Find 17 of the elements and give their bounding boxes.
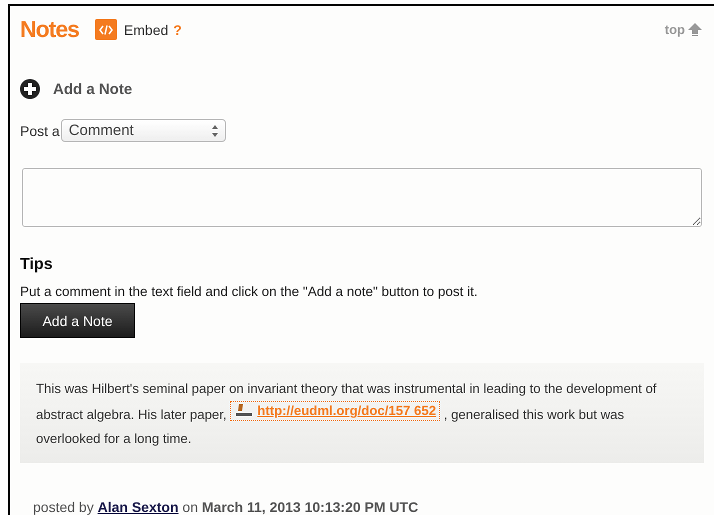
section-title: Notes [20, 16, 79, 43]
note-input-field[interactable] [22, 168, 702, 228]
embed-link[interactable]: Embed [124, 22, 168, 38]
spinner-arrows-icon [210, 124, 219, 138]
plus-icon [20, 79, 40, 99]
post-type-select[interactable]: Comment [60, 119, 226, 142]
note-meta: posted by Alan Sexton on March 11, 2013 10:13:20 PM UTC [33, 499, 420, 515]
site-logo-icon [234, 403, 254, 419]
tips-heading: Tips [20, 256, 54, 274]
note-text: This was Hilbert's seminal paper on invariant theory that was instrumental in leading to the development of abstract algebra. His later paper, http://eudml.org/doc/157 652 , generalised this work but was overlooked for a long time. [36, 380, 658, 448]
post-type-label: Post a [20, 122, 60, 138]
author-link[interactable]: Alan Sexton [98, 499, 179, 515]
add-note-link[interactable]: Add a Note [20, 79, 132, 99]
tips-text: Put a comment in the text field and click on the "Add a note" button to post it. [20, 284, 479, 300]
code-icon[interactable] [94, 19, 117, 40]
up-arrow-icon [688, 23, 702, 36]
add-note-button[interactable]: Add a Note [20, 303, 135, 338]
